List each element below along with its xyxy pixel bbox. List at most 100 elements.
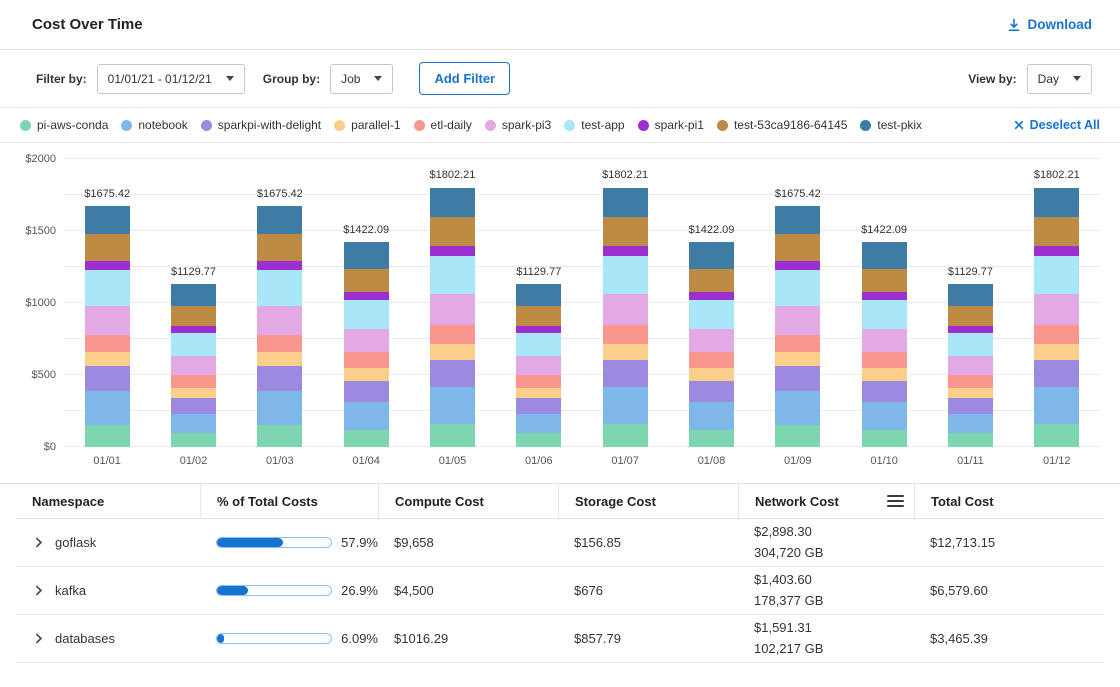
chevron-right-icon[interactable] <box>32 536 45 549</box>
bar-segment[interactable] <box>948 398 993 414</box>
column-header-total-cost[interactable]: Total Cost <box>914 484 1104 518</box>
column-header-network-cost[interactable]: Network Cost <box>738 484 914 518</box>
bar-segment[interactable] <box>430 360 475 387</box>
bar-group[interactable]: $1129.77 <box>171 284 216 447</box>
legend-item[interactable]: notebook <box>121 118 187 132</box>
bar-segment[interactable] <box>603 360 648 387</box>
bar-segment[interactable] <box>430 217 475 246</box>
bar-segment[interactable] <box>344 430 389 447</box>
bar-segment[interactable] <box>516 333 561 356</box>
legend-item[interactable]: spark-pi3 <box>485 118 551 132</box>
bar-segment[interactable] <box>257 206 302 234</box>
bar-segment[interactable] <box>1034 217 1079 246</box>
bar-segment[interactable] <box>171 306 216 326</box>
bar-segment[interactable] <box>85 352 130 366</box>
bar-segment[interactable] <box>689 352 734 368</box>
bar-segment[interactable] <box>948 356 993 375</box>
bar-segment[interactable] <box>775 306 820 335</box>
bar-segment[interactable] <box>775 425 820 447</box>
bar-segment[interactable] <box>948 333 993 356</box>
bar-group[interactable]: $1422.09 <box>344 242 389 447</box>
bar-segment[interactable] <box>171 414 216 433</box>
deselect-all-button[interactable]: Deselect All <box>1004 118 1100 132</box>
bar-segment[interactable] <box>257 366 302 390</box>
bar-segment[interactable] <box>516 306 561 326</box>
bar-group[interactable]: $1675.42 <box>85 206 130 447</box>
bar-segment[interactable] <box>344 329 389 352</box>
bar-segment[interactable] <box>948 414 993 433</box>
bar-segment[interactable] <box>257 425 302 447</box>
bar-segment[interactable] <box>603 256 648 295</box>
legend-item[interactable]: test-app <box>564 118 624 132</box>
bar-segment[interactable] <box>171 433 216 447</box>
bar-segment[interactable] <box>516 284 561 306</box>
bar-segment[interactable] <box>775 206 820 234</box>
bar-group[interactable]: $1422.09 <box>862 242 907 447</box>
bar-segment[interactable] <box>603 387 648 424</box>
bar-segment[interactable] <box>85 366 130 390</box>
bar-segment[interactable] <box>257 352 302 366</box>
bar-segment[interactable] <box>1034 294 1079 325</box>
bar-segment[interactable] <box>689 292 734 300</box>
bar-segment[interactable] <box>257 335 302 352</box>
chevron-right-icon[interactable] <box>32 632 45 645</box>
bar-segment[interactable] <box>257 261 302 270</box>
bar-segment[interactable] <box>85 306 130 335</box>
column-header-storage-cost[interactable]: Storage Cost <box>558 484 738 518</box>
bar-segment[interactable] <box>775 391 820 426</box>
bar-segment[interactable] <box>775 261 820 270</box>
column-header-namespace[interactable]: Namespace <box>16 484 200 518</box>
bar-segment[interactable] <box>171 326 216 333</box>
bar-segment[interactable] <box>689 368 734 381</box>
bar-segment[interactable] <box>1034 387 1079 424</box>
bar-segment[interactable] <box>171 284 216 306</box>
bar-segment[interactable] <box>775 352 820 366</box>
bar-segment[interactable] <box>1034 344 1079 360</box>
bar-segment[interactable] <box>862 242 907 269</box>
bar-segment[interactable] <box>689 300 734 329</box>
bar-segment[interactable] <box>344 300 389 329</box>
legend-item[interactable]: test-53ca9186-64145 <box>717 118 847 132</box>
bar-segment[interactable] <box>948 326 993 333</box>
view-by-select[interactable]: Day <box>1027 64 1092 94</box>
bar-segment[interactable] <box>862 292 907 300</box>
namespace-cell[interactable]: kafka <box>16 583 200 598</box>
bar-segment[interactable] <box>430 246 475 255</box>
chevron-right-icon[interactable] <box>32 584 45 597</box>
bar-segment[interactable] <box>689 402 734 429</box>
group-by-select[interactable]: Job <box>330 64 393 94</box>
bar-segment[interactable] <box>171 333 216 356</box>
bar-segment[interactable] <box>862 402 907 429</box>
bar-segment[interactable] <box>85 335 130 352</box>
bar-segment[interactable] <box>1034 424 1079 447</box>
bar-segment[interactable] <box>257 270 302 306</box>
bar-segment[interactable] <box>430 424 475 447</box>
bar-segment[interactable] <box>171 388 216 398</box>
bar-segment[interactable] <box>948 284 993 306</box>
bar-group[interactable]: $1802.21 <box>430 188 475 447</box>
bar-segment[interactable] <box>862 381 907 403</box>
legend-item[interactable]: pi-aws-conda <box>20 118 108 132</box>
bar-group[interactable]: $1675.42 <box>257 206 302 447</box>
bar-segment[interactable] <box>775 270 820 306</box>
bar-segment[interactable] <box>1034 246 1079 255</box>
legend-item[interactable]: parallel-1 <box>334 118 400 132</box>
bar-segment[interactable] <box>516 388 561 398</box>
bar-segment[interactable] <box>171 375 216 388</box>
bar-segment[interactable] <box>344 292 389 300</box>
column-header-compute-cost[interactable]: Compute Cost <box>378 484 558 518</box>
bar-segment[interactable] <box>85 261 130 270</box>
bar-group[interactable]: $1675.42 <box>775 206 820 447</box>
bar-segment[interactable] <box>862 352 907 368</box>
bar-segment[interactable] <box>862 368 907 381</box>
bar-segment[interactable] <box>430 344 475 360</box>
add-filter-button[interactable]: Add Filter <box>419 62 510 95</box>
bar-segment[interactable] <box>171 356 216 375</box>
bar-segment[interactable] <box>1034 360 1079 387</box>
namespace-cell[interactable]: databases <box>16 631 200 646</box>
bar-segment[interactable] <box>516 326 561 333</box>
bar-segment[interactable] <box>344 402 389 429</box>
bar-segment[interactable] <box>516 414 561 433</box>
bar-group[interactable]: $1802.21 <box>603 188 648 447</box>
bar-segment[interactable] <box>775 234 820 261</box>
